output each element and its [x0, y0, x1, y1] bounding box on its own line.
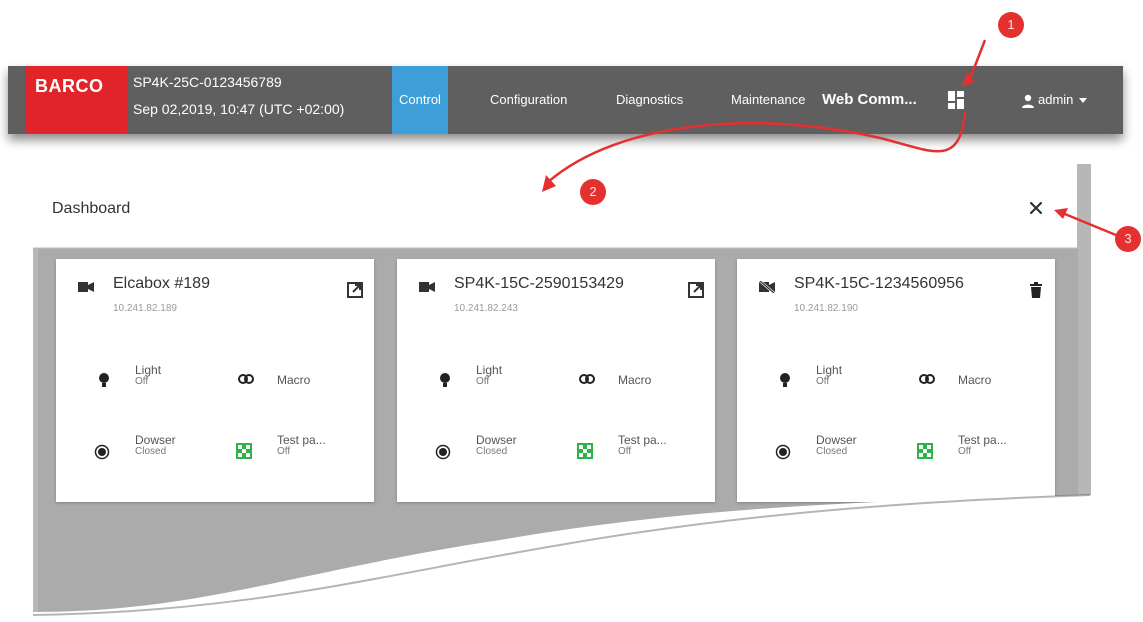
tile-status: Off	[277, 446, 291, 457]
tile-label: Dowser	[816, 433, 857, 447]
trash-icon[interactable]	[1027, 281, 1045, 299]
lightbulb-icon	[780, 373, 790, 387]
tile-status: Off	[958, 446, 972, 457]
camera-off-icon	[759, 281, 775, 293]
test-pattern-icon	[917, 443, 933, 459]
tile-status: Closed	[816, 446, 848, 457]
device-card-name: Elcabox #189	[113, 275, 210, 292]
user-icon	[1022, 94, 1034, 108]
dashboard-icon[interactable]	[948, 91, 964, 109]
tab-diagnostics[interactable]: Diagnostics	[616, 66, 683, 134]
device-card-ip: 10.241.82.190	[794, 303, 858, 314]
tile-status: Off	[816, 376, 830, 387]
tile-status: Closed	[476, 446, 508, 457]
link-icon	[919, 374, 935, 384]
tile-status: Off	[618, 446, 632, 457]
device-card: Elcabox #189 10.241.82.189 Light Off Mac…	[56, 259, 374, 502]
open-external-icon[interactable]	[346, 281, 364, 299]
dowser-icon	[94, 444, 110, 460]
device-card-ip: 10.241.82.243	[454, 303, 518, 314]
tile-label: Macro	[618, 373, 652, 387]
camera-icon	[78, 282, 94, 292]
tile-status: Off	[135, 376, 149, 387]
device-card: SP4K-15C-2590153429 10.241.82.243 Light …	[397, 259, 715, 502]
tile-label: Dowser	[135, 433, 176, 447]
tile-status: Off	[476, 376, 490, 387]
dowser-icon	[775, 444, 791, 460]
callout-2: 2	[580, 179, 606, 205]
user-name: admin	[1038, 92, 1074, 107]
chevron-down-icon	[1079, 98, 1088, 104]
tile-label: Macro	[277, 373, 311, 387]
barco-logo: BARCO	[25, 66, 127, 134]
test-pattern-icon	[236, 443, 252, 459]
tile-label: Light	[476, 363, 503, 377]
close-icon[interactable]	[1026, 198, 1046, 218]
tile-label: Light	[816, 363, 843, 377]
lightbulb-icon	[440, 373, 450, 387]
top-navigation-bar: BARCO SP4K-25C-0123456789 Sep 02,2019, 1…	[8, 66, 1123, 134]
tile-label: Light	[135, 363, 162, 377]
tab-maintenance[interactable]: Maintenance	[731, 66, 805, 134]
dowser-icon	[435, 444, 451, 460]
device-card-name: SP4K-15C-1234560956	[794, 275, 964, 292]
link-icon	[579, 374, 595, 384]
test-pattern-icon	[577, 443, 593, 459]
tile-label: Test pa...	[618, 433, 667, 447]
dashboard-header	[33, 164, 1077, 248]
device-card-name: SP4K-15C-2590153429	[454, 275, 624, 292]
user-menu[interactable]: admin	[1021, 66, 1088, 134]
dashboard-title: Dashboard	[52, 200, 131, 217]
lightbulb-icon	[99, 373, 109, 387]
tab-configuration[interactable]: Configuration	[490, 66, 567, 134]
tab-web-commander[interactable]: Web Comm...	[822, 66, 917, 134]
link-icon	[238, 374, 254, 384]
device-card-ip: 10.241.82.189	[113, 303, 177, 314]
camera-icon	[419, 282, 435, 292]
tile-label: Macro	[958, 373, 992, 387]
device-name: SP4K-25C-0123456789	[133, 74, 282, 90]
open-external-icon[interactable]	[687, 281, 705, 299]
device-card: SP4K-15C-1234560956 10.241.82.190 Light …	[737, 259, 1055, 502]
tile-label: Test pa...	[958, 433, 1007, 447]
callout-1: 1	[998, 12, 1024, 38]
callout-3: 3	[1115, 226, 1141, 252]
tile-status: Closed	[135, 446, 167, 457]
device-date-time: Sep 02,2019, 10:47 (UTC +02:00)	[133, 101, 345, 117]
tile-label: Test pa...	[277, 433, 326, 447]
tile-label: Dowser	[476, 433, 517, 447]
tab-control[interactable]: Control	[392, 66, 448, 134]
device-info: SP4K-25C-0123456789 Sep 02,2019, 10:47 (…	[133, 73, 344, 118]
